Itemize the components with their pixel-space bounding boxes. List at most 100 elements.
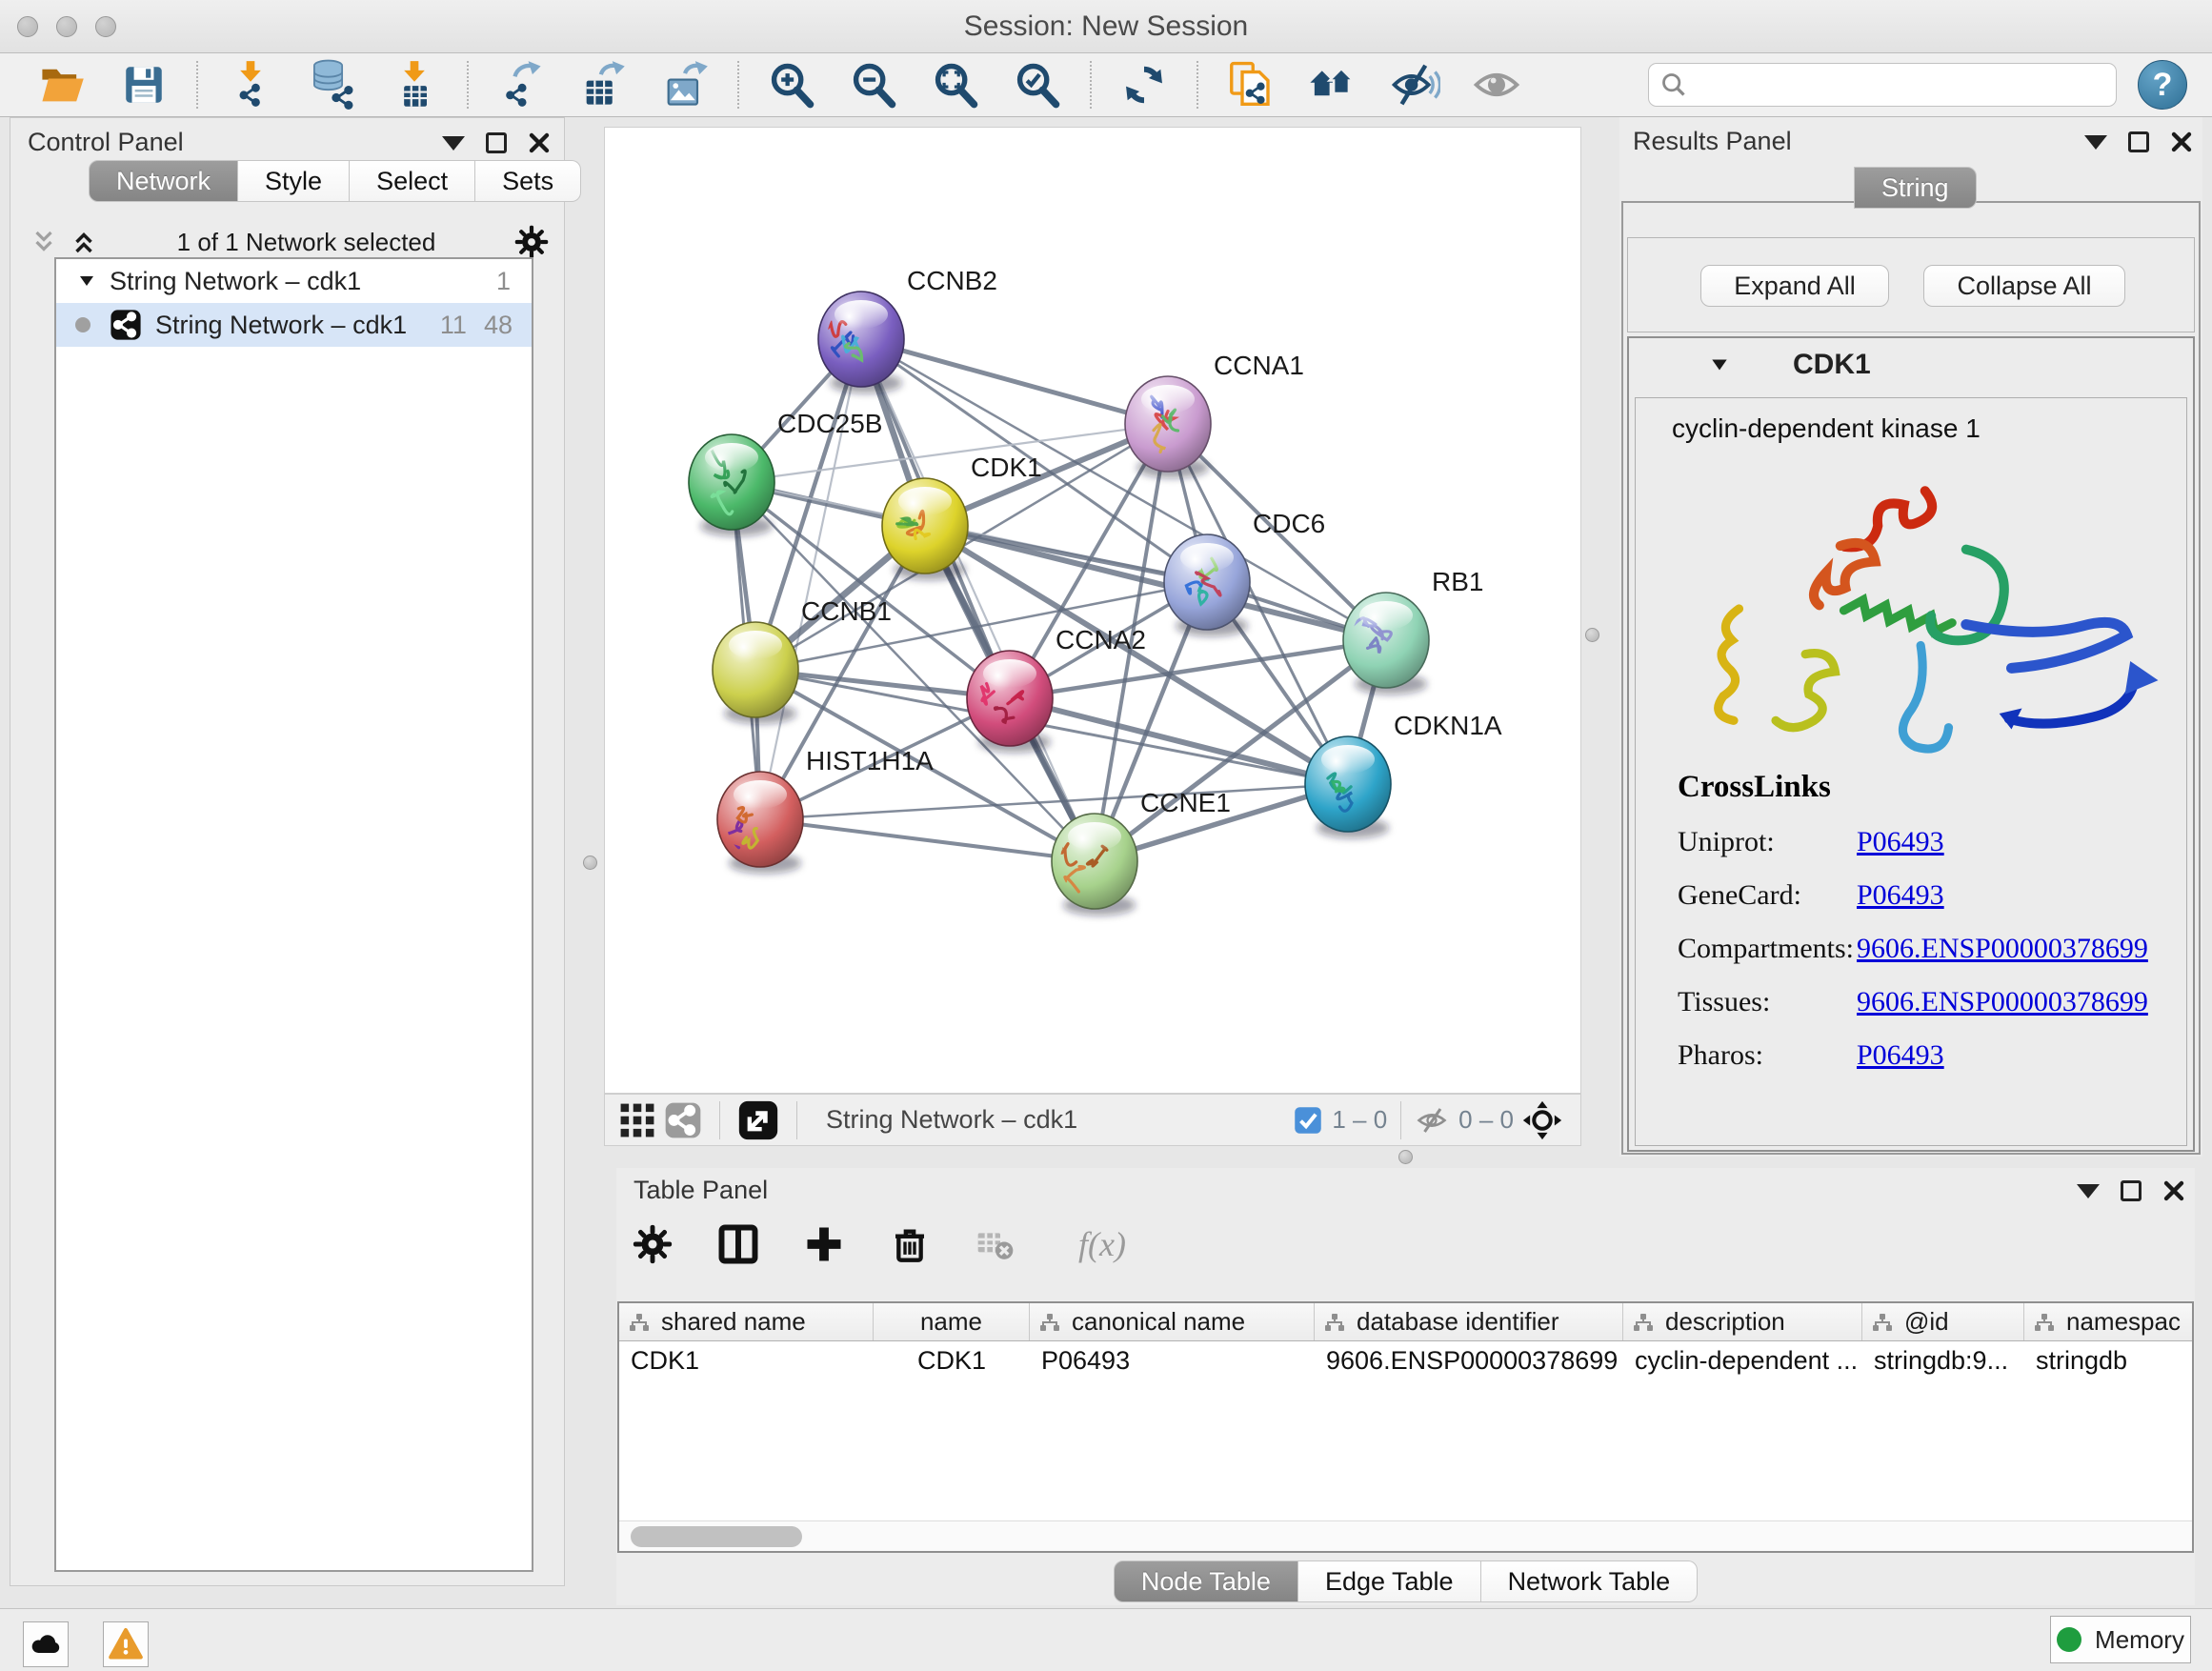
- warnings-button[interactable]: [103, 1621, 149, 1667]
- selected-checkbox-icon[interactable]: [1294, 1106, 1322, 1135]
- network-node-RB1[interactable]: RB1: [1343, 567, 1483, 695]
- cloud-status-button[interactable]: [23, 1621, 69, 1667]
- float-panel-icon[interactable]: [2128, 131, 2149, 152]
- table-cell[interactable]: stringdb:9...: [1862, 1341, 2024, 1379]
- column-header-name[interactable]: name: [874, 1303, 1030, 1340]
- new-network-from-selection-button[interactable]: [1210, 57, 1292, 112]
- table-options-button[interactable]: [626, 1218, 679, 1271]
- tab-style[interactable]: Style: [238, 160, 350, 202]
- memory-button[interactable]: Memory: [2050, 1616, 2191, 1663]
- network-node-CDC25B[interactable]: CDC25B: [689, 409, 882, 536]
- crosslink-value-link[interactable]: 9606.ENSP00000378699: [1857, 986, 2148, 1018]
- help-button[interactable]: ?: [2138, 60, 2187, 110]
- network-graph[interactable]: CCNB2CCNA1CDC25BCDK1CDC6RB1CCNB1CCNA2CDK…: [605, 128, 1582, 1095]
- column-header-shared-name[interactable]: shared name: [619, 1303, 874, 1340]
- tab-select[interactable]: Select: [350, 160, 475, 202]
- edge-CCNB2-CCNA1[interactable]: [861, 339, 1168, 424]
- open-session-button[interactable]: [21, 57, 103, 112]
- gear-icon[interactable]: [514, 225, 549, 259]
- table-cell[interactable]: CDK1: [619, 1341, 874, 1379]
- collapse-all-chevron-icon[interactable]: [30, 228, 58, 256]
- network-view-canvas[interactable]: CCNB2CCNA1CDC25BCDK1CDC6RB1CCNB1CCNA2CDK…: [604, 127, 1581, 1094]
- import-table-from-file-button[interactable]: [373, 57, 455, 112]
- import-network-from-database-button[interactable]: [292, 57, 373, 112]
- table-horizontal-scrollbar[interactable]: [619, 1520, 2192, 1551]
- right-splitter-handle[interactable]: [1585, 628, 1599, 642]
- tab-network-table[interactable]: Network Table: [1481, 1560, 1699, 1602]
- crosslink-value-link[interactable]: P06493: [1857, 1039, 1944, 1072]
- column-header--id[interactable]: @id: [1862, 1303, 2024, 1340]
- table-cell[interactable]: stringdb: [2024, 1341, 2194, 1379]
- collapse-all-button[interactable]: Collapse All: [1923, 265, 2125, 307]
- expand-all-chevron-icon[interactable]: [70, 228, 98, 256]
- column-header-database-identifier[interactable]: database identifier: [1315, 1303, 1623, 1340]
- column-header-canonical-name[interactable]: canonical name: [1030, 1303, 1315, 1340]
- export-network-button[interactable]: [480, 57, 562, 112]
- birdseye-grid-button[interactable]: [614, 1094, 660, 1147]
- panel-menu-icon[interactable]: [442, 136, 465, 151]
- tab-string[interactable]: String: [1854, 167, 1977, 209]
- panel-menu-icon[interactable]: [2077, 1184, 2100, 1198]
- tree-expander-icon[interactable]: [77, 272, 96, 291]
- table-cell[interactable]: CDK1: [874, 1341, 1030, 1379]
- table-cell[interactable]: cyclin-dependent ...: [1623, 1341, 1862, 1379]
- left-splitter-handle[interactable]: [583, 856, 597, 870]
- close-panel-icon[interactable]: [528, 131, 551, 154]
- close-panel-icon[interactable]: [2162, 1179, 2185, 1202]
- result-entry-header[interactable]: CDK1: [1629, 338, 2193, 392]
- save-session-button[interactable]: [103, 57, 185, 112]
- tab-sets[interactable]: Sets: [475, 160, 581, 202]
- edge-CDKN1A-HIST1H1A[interactable]: [760, 784, 1348, 819]
- scrollbar-thumb[interactable]: [631, 1526, 802, 1547]
- search-input[interactable]: [1697, 70, 2104, 100]
- tab-edge-table[interactable]: Edge Table: [1298, 1560, 1481, 1602]
- node-label: CDC6: [1253, 509, 1325, 538]
- network-node-CDKN1A[interactable]: CDKN1A: [1305, 711, 1502, 838]
- crosslink-value-link[interactable]: P06493: [1857, 879, 1944, 912]
- bottom-splitter-handle[interactable]: [1398, 1150, 1413, 1164]
- edge-HIST1H1A-CCNE1[interactable]: [760, 819, 1095, 861]
- network-row[interactable]: String Network – cdk1 11 48: [56, 303, 532, 347]
- table-cell[interactable]: 9606.ENSP00000378699: [1315, 1341, 1623, 1379]
- network-node-CCNB2[interactable]: CCNB2: [818, 266, 997, 393]
- table-cell[interactable]: P06493: [1030, 1341, 1315, 1379]
- expand-all-button[interactable]: Expand All: [1700, 265, 1889, 307]
- export-table-button[interactable]: [562, 57, 644, 112]
- column-header-namespac[interactable]: namespac: [2024, 1303, 2194, 1340]
- function-builder-button[interactable]: f(x): [1055, 1218, 1150, 1271]
- close-panel-icon[interactable]: [2170, 131, 2193, 153]
- hide-graphics-details-button[interactable]: [1374, 57, 1456, 112]
- show-graphics-details-button[interactable]: [1456, 57, 1538, 112]
- import-network-from-file-button[interactable]: [210, 57, 292, 112]
- delete-column-button[interactable]: [883, 1218, 936, 1271]
- zoom-in-button[interactable]: [751, 57, 833, 112]
- zoom-out-button[interactable]: [833, 57, 915, 112]
- crosslink-value-link[interactable]: P06493: [1857, 826, 1944, 858]
- create-column-button[interactable]: [797, 1218, 851, 1271]
- network-node-CCNA1[interactable]: CCNA1: [1125, 351, 1304, 478]
- column-header-description[interactable]: description: [1623, 1303, 1862, 1340]
- show-column-button[interactable]: [712, 1218, 765, 1271]
- collapse-entry-icon[interactable]: [1709, 354, 1730, 375]
- float-panel-icon[interactable]: [2121, 1180, 2142, 1201]
- delete-table-button[interactable]: [969, 1218, 1022, 1271]
- tab-node-table[interactable]: Node Table: [1114, 1560, 1298, 1602]
- network-share-button[interactable]: [660, 1094, 706, 1147]
- network-node-CCNE1[interactable]: CCNE1: [1052, 788, 1231, 916]
- results-button-strip: Expand All Collapse All: [1627, 237, 2195, 332]
- export-image-button[interactable]: [644, 57, 726, 112]
- open-in-window-button[interactable]: [734, 1094, 783, 1147]
- apply-layout-button[interactable]: [1103, 57, 1185, 112]
- float-panel-icon[interactable]: [486, 132, 507, 153]
- zoom-selected-button[interactable]: [996, 57, 1078, 112]
- network-node-CCNA2[interactable]: CCNA2: [967, 625, 1146, 753]
- network-collection-row[interactable]: String Network – cdk1 1: [56, 259, 532, 303]
- tab-network[interactable]: Network: [89, 160, 238, 202]
- crosslink-value-link[interactable]: 9606.ENSP00000378699: [1857, 933, 2148, 965]
- fit-selection-button[interactable]: [1514, 1094, 1571, 1147]
- table-row[interactable]: CDK1CDK1P064939606.ENSP00000378699cyclin…: [619, 1341, 2192, 1379]
- first-neighbors-button[interactable]: [1292, 57, 1374, 112]
- edge-CCNB2-CCNE1[interactable]: [861, 339, 1095, 861]
- zoom-fit-button[interactable]: [915, 57, 996, 112]
- panel-menu-icon[interactable]: [2084, 135, 2107, 150]
